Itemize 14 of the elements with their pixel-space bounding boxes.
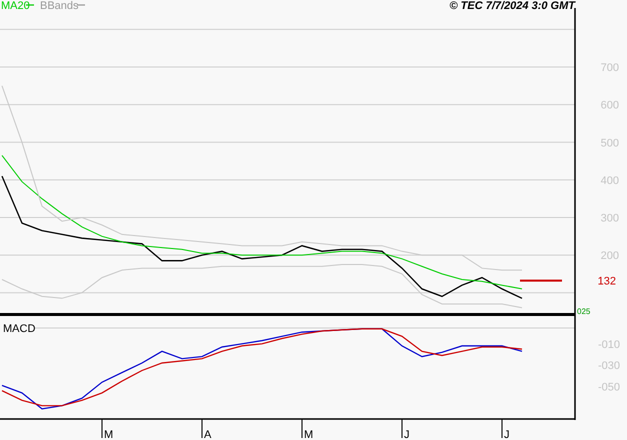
axis-tick-label: M [304, 429, 314, 440]
panel-title: MACD [3, 323, 36, 335]
axis-tick-label: M [104, 429, 114, 440]
last-price-label: 132 [598, 276, 616, 288]
legend-label: MA20 [1, 0, 30, 12]
legend-line [77, 4, 85, 6]
edge-label: 025 [577, 307, 590, 316]
copyright-text: © TEC 7/7/2024 3:0 GMT [450, 0, 575, 12]
legend-line [26, 4, 34, 6]
axis-tick-label: J [504, 429, 510, 440]
axis-tick-label: J [404, 429, 410, 440]
last-price-marker [520, 280, 562, 282]
legend-label: BBands [40, 0, 79, 12]
axis-tick-label: A [204, 429, 212, 440]
